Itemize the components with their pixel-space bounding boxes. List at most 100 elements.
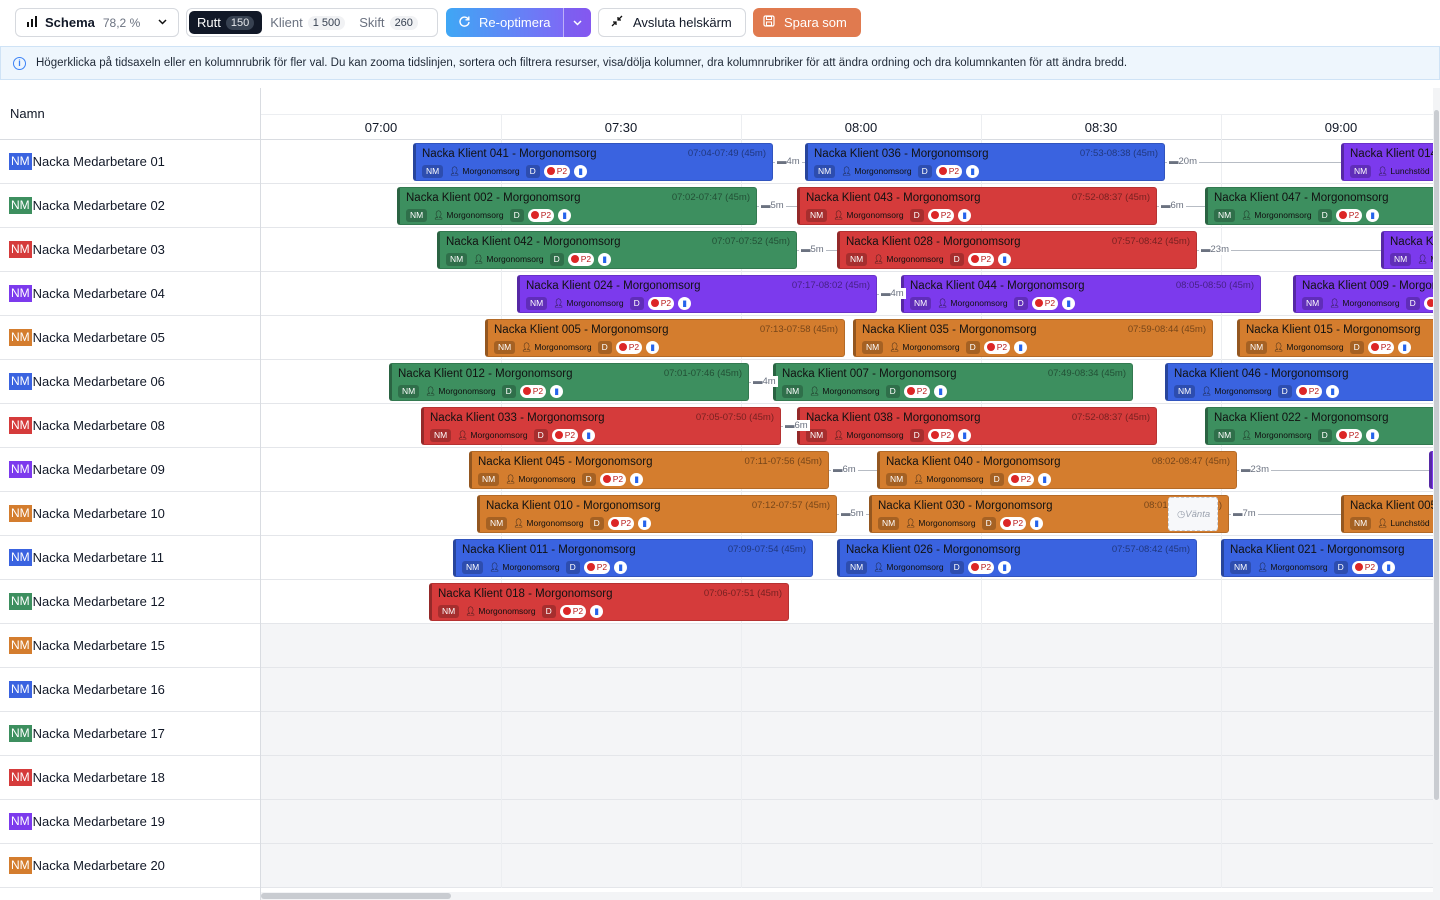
resource-row[interactable]: NM Nacka Medarbetare 20	[0, 844, 260, 888]
visit-block[interactable]: Nacka Klient 004 - Morgonomsorg09:05-09:…	[1381, 231, 1433, 269]
document-icon[interactable]: ▮	[934, 385, 948, 398]
time-axis[interactable]: 07:00 07:30 08:00 08:30 09:00	[261, 88, 1433, 140]
document-icon[interactable]: ▮	[646, 341, 660, 354]
document-icon[interactable]: ▮	[1398, 341, 1412, 354]
scrollbar-thumb[interactable]	[261, 893, 451, 899]
document-icon[interactable]: ▮	[966, 165, 980, 178]
resource-row[interactable]: NM Nacka Medarbetare 02	[0, 184, 260, 228]
document-icon[interactable]: ▮	[1326, 385, 1340, 398]
visit-block[interactable]: Nacka Klient 038 - Morgonomsorg 07:52-08:…	[797, 407, 1157, 445]
visit-block[interactable]: Nacka Klient 041 - Morgonomsorg 07:04-07:…	[413, 143, 773, 181]
resource-row[interactable]: NM Nacka Medarbetare 12	[0, 580, 260, 624]
document-icon[interactable]: ▮	[1366, 209, 1380, 222]
resource-row[interactable]: NM Nacka Medarbetare 18	[0, 756, 260, 800]
reoptimize-menu-button[interactable]	[563, 8, 591, 37]
save-as-button[interactable]: Spara som	[753, 8, 861, 37]
resource-row[interactable]: NM Nacka Medarbetare 15	[0, 624, 260, 668]
visit-block[interactable]: Nacka Klient 047 - Morgonomsorg08:43-09:…	[1205, 187, 1433, 225]
document-icon[interactable]: ▮	[582, 429, 596, 442]
document-icon[interactable]: ▮	[1366, 429, 1380, 442]
reoptimize-button[interactable]: Re-optimera	[446, 8, 591, 37]
visit-block[interactable]: Nacka Klient 035 - Morgonomsorg 07:59-08:…	[853, 319, 1213, 357]
resource-row[interactable]: NM Nacka Medarbetare 19	[0, 800, 260, 844]
document-icon[interactable]: ▮	[614, 561, 628, 574]
document-icon[interactable]: ▮	[1030, 517, 1044, 530]
visit-block[interactable]: Nacka Klient 011 - Morgonomsorg 07:09-07:…	[453, 539, 813, 577]
schema-dropdown[interactable]: Schema 78,2 %	[15, 8, 179, 37]
exit-fullscreen-button[interactable]: Avsluta helskärm	[598, 8, 746, 37]
visit-block[interactable]: Nacka Klient 005 - Morgonomsorg 07:13-07:…	[485, 319, 845, 357]
tab-rutt[interactable]: Rutt 150	[189, 11, 263, 34]
document-icon[interactable]: ▮	[998, 561, 1012, 574]
visit-block[interactable]: Nacka Klient 043 - Morgonomsorg 07:52-08:…	[797, 187, 1157, 225]
document-icon[interactable]: ▮	[1062, 297, 1076, 310]
resource-row[interactable]: NM Nacka Medarbetare 16	[0, 668, 260, 712]
tab-skift[interactable]: Skift 260	[353, 11, 424, 34]
visit-block[interactable]: Nacka Klient 044 - Morgonomsorg 08:05-08:…	[901, 275, 1261, 313]
resource-row[interactable]: NM Nacka Medarbetare 03	[0, 228, 260, 272]
visit-block[interactable]: Nacka Klient 045 - Morgonomsorg 07:11-07:…	[469, 451, 829, 489]
document-icon[interactable]: ▮	[630, 473, 644, 486]
document-icon[interactable]: ▮	[958, 209, 972, 222]
visit-block[interactable]: Nacka Klient 009 - Morgonomsorg08:54-09:…	[1293, 275, 1433, 313]
document-icon[interactable]: ▮	[1014, 341, 1028, 354]
resource-badge: NM	[9, 285, 32, 302]
visit-block[interactable]: Nacka Klient 005 - Lu...09:00-09:30 (30m…	[1341, 495, 1433, 533]
visit-block[interactable]: Nacka Klient 022 - Morgonomsorg08:43-09:…	[1205, 407, 1433, 445]
timeline[interactable]: 07:00 07:30 08:00 08:30 09:00 Nacka Klient 0…	[261, 88, 1433, 900]
document-icon[interactable]: ▮	[678, 297, 692, 310]
document-icon[interactable]: ▮	[638, 517, 652, 530]
visit-block[interactable]: Nacka Klient 040 - Morgonomsorg 08:02-08:…	[877, 451, 1237, 489]
timeline-row[interactable]	[261, 844, 1433, 888]
waiting-block[interactable]: ◷ Vänta	[1168, 497, 1218, 531]
visit-block[interactable]: Nacka Klient 042 - Morgonomsorg 07:07-07:…	[437, 231, 797, 269]
visit-chips: NM👤︎ MorgonomsorgDP2▮	[806, 429, 972, 442]
visit-block[interactable]: Nacka Klient 036 - Morgonomsorg 07:53-08:…	[805, 143, 1165, 181]
visit-chips: NM👤︎ MorgonomsorgDP2▮	[494, 341, 660, 354]
scrollbar-thumb[interactable]	[1434, 110, 1439, 800]
visit-block[interactable]: Nacka Klient 010 - Morgonomsorg 07:12-07:…	[477, 495, 837, 533]
resource-row[interactable]: NM Nacka Medarbetare 08	[0, 404, 260, 448]
document-icon[interactable]: ▮	[574, 165, 588, 178]
visit-block[interactable]: Nacka Klient 012 - Morgonomsorg 07:01-07:…	[389, 363, 749, 401]
visit-block[interactable]: Nacka Klient 015 - Morgonomsorg08:47-09:…	[1237, 319, 1433, 357]
travel-time-text: 5m	[850, 508, 864, 519]
document-icon[interactable]: ▮	[558, 209, 572, 222]
visit-block[interactable]: Nacka Klient 007 - Morgonomsorg 07:49-08:…	[773, 363, 1133, 401]
document-icon[interactable]: ▮	[598, 253, 612, 266]
resource-row[interactable]: NM Nacka Medarbetare 04	[0, 272, 260, 316]
document-icon[interactable]: ▮	[1038, 473, 1052, 486]
horizontal-scrollbar[interactable]	[261, 892, 1433, 900]
document-icon[interactable]: ▮	[958, 429, 972, 442]
visit-block[interactable]: Nacka Klient 028 - Morgonomsorg 07:57-08:…	[837, 231, 1197, 269]
resource-row[interactable]: NM Nacka Medarbetare 10	[0, 492, 260, 536]
document-icon[interactable]: ▮	[998, 253, 1012, 266]
resource-row[interactable]: NM Nacka Medarbetare 01	[0, 140, 260, 184]
visit-block[interactable]: Nacka Klient 033 - Morgonomsorg 07:05-07:…	[421, 407, 781, 445]
visit-block[interactable]: Nacka Klient 018 - Morgonomsorg 07:06-07:…	[429, 583, 789, 621]
visit-block[interactable]: Nacka Klient 024 - Morgonomsorg 07:17-08:…	[517, 275, 877, 313]
person-icon: 👤︎	[1417, 254, 1431, 264]
document-icon[interactable]: ▮	[590, 605, 604, 618]
column-header-name[interactable]: Namn	[0, 88, 260, 140]
visit-block[interactable]: Nacka Klient 021 - Morgonomsorg08:45-09:…	[1221, 539, 1433, 577]
vertical-scrollbar[interactable]	[1433, 88, 1440, 900]
timeline-row[interactable]	[261, 800, 1433, 844]
document-icon[interactable]: ▮	[1382, 561, 1396, 574]
document-icon[interactable]: ▮	[550, 385, 564, 398]
visit-block[interactable]: Nacka Klient 046 - Morgonomsorg08:38-09:…	[1165, 363, 1433, 401]
timeline-row[interactable]	[261, 668, 1433, 712]
visit-block[interactable]: Nacka Klient 026 - Morgonomsorg 07:57-08:…	[837, 539, 1197, 577]
day-badge: D	[965, 341, 980, 354]
resource-row[interactable]: NM Nacka Medarbetare 11	[0, 536, 260, 580]
resource-row[interactable]: NM Nacka Medarbetare 05	[0, 316, 260, 360]
resource-row[interactable]: NM Nacka Medarbetare 06	[0, 360, 260, 404]
resource-row[interactable]: NM Nacka Medarbetare 17	[0, 712, 260, 756]
timeline-row[interactable]	[261, 756, 1433, 800]
timeline-row[interactable]	[261, 712, 1433, 756]
tab-klient[interactable]: Klient 1 500	[264, 11, 351, 34]
visit-block[interactable]: Nacka Klient 002 - Morgonomsorg 07:02-07:…	[397, 187, 757, 225]
resource-row[interactable]: NM Nacka Medarbetare 09	[0, 448, 260, 492]
timeline-row[interactable]	[261, 624, 1433, 668]
visit-block[interactable]: Nacka Klient 014 - Lun...09:00-09:30 (30…	[1341, 143, 1433, 181]
